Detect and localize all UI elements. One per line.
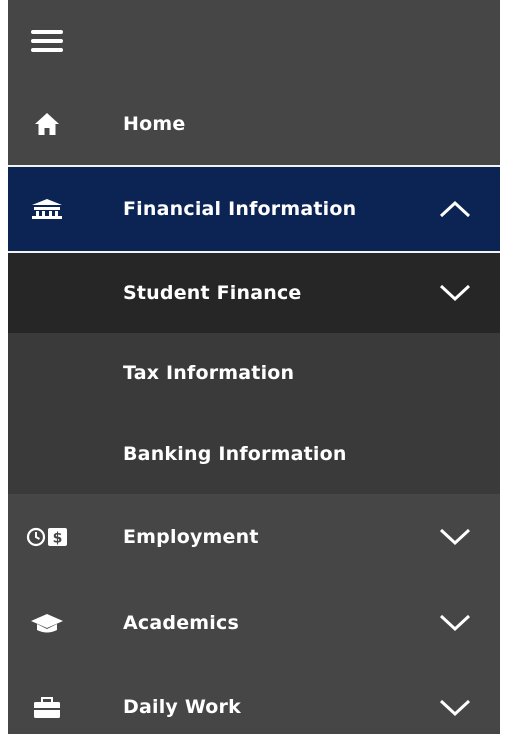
menu-item-academics[interactable]: Academics <box>8 580 500 666</box>
side-menu: Home Financial Information Student Finan… <box>8 0 500 734</box>
submenu-item-label: Student Finance <box>123 282 302 304</box>
submenu-item-label: Tax Information <box>123 362 295 384</box>
submenu-item-label: Banking Information <box>123 442 347 465</box>
bank-icon <box>22 167 72 251</box>
graduation-cap-icon <box>22 580 72 666</box>
chevron-down-icon[interactable] <box>438 253 472 333</box>
chevron-down-icon[interactable] <box>438 494 472 580</box>
menu-item-financial-information[interactable]: Financial Information <box>8 167 500 251</box>
submenu-item-banking-information[interactable]: Banking Information <box>8 413 500 494</box>
menu-item-label: Home <box>123 113 186 135</box>
menu-item-home[interactable]: Home <box>8 82 500 166</box>
submenu-item-tax-information[interactable]: Tax Information <box>8 333 500 413</box>
menu-item-daily-work[interactable]: Daily Work <box>8 666 500 734</box>
chevron-up-icon[interactable] <box>438 167 472 251</box>
clock-dollar-icon: $ <box>22 494 72 580</box>
menu-item-label: Employment <box>123 526 259 548</box>
chevron-down-icon[interactable] <box>438 580 472 666</box>
briefcase-icon <box>22 690 72 726</box>
submenu-item-student-finance[interactable]: Student Finance <box>8 253 500 333</box>
menu-item-label: Financial Information <box>123 198 357 220</box>
svg-text:$: $ <box>53 531 63 547</box>
menu-item-label: Daily Work <box>123 696 241 718</box>
hamburger-icon <box>22 0 72 82</box>
chevron-down-icon[interactable] <box>438 690 472 726</box>
menu-item-employment[interactable]: $ Employment <box>8 494 500 580</box>
home-icon <box>22 82 72 166</box>
menu-item-label: Academics <box>123 612 239 634</box>
menu-toggle-button[interactable] <box>8 0 500 82</box>
